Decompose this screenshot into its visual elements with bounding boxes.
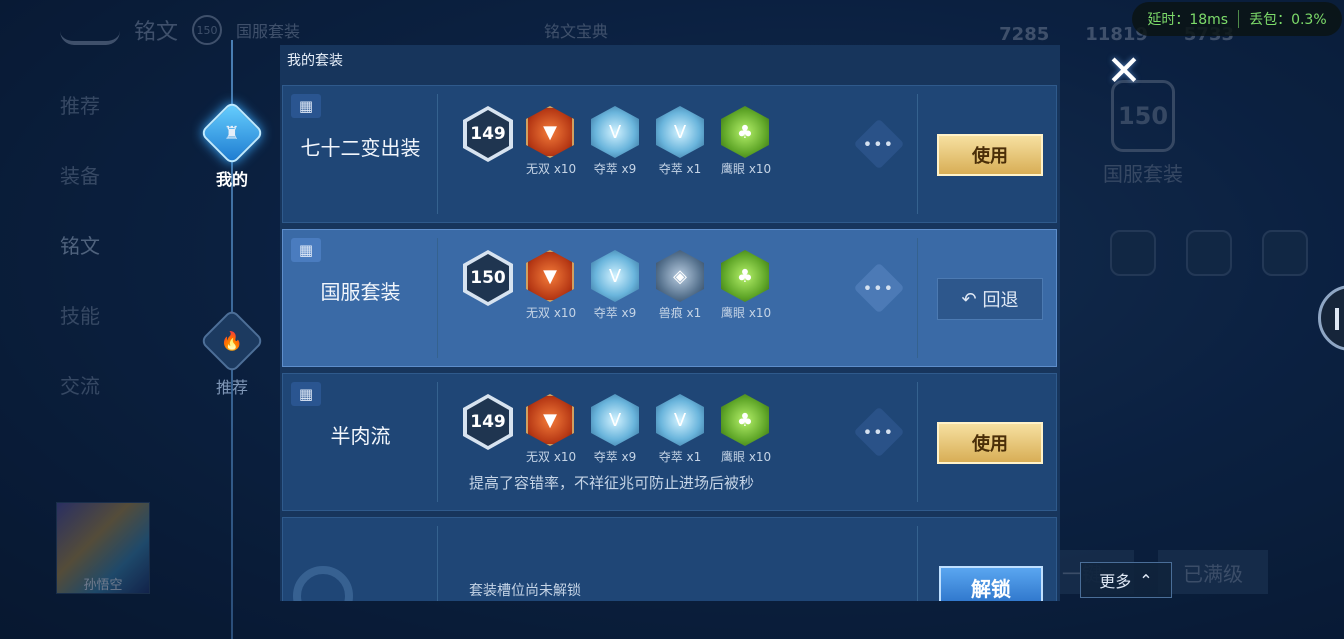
nav-item-recommend-label: 推荐: [215, 378, 248, 397]
use-button[interactable]: 使用: [937, 134, 1043, 176]
panel-title: 我的套装: [287, 53, 343, 69]
steel-rune-icon: ◈: [656, 250, 704, 302]
rune-label: 无双 x10: [526, 162, 577, 176]
rune-label: 兽痕 x1: [658, 306, 702, 320]
lock-ring-icon: [293, 566, 353, 601]
rune-list: ▼ 无双 x10 V 夺萃 x9 V 夺萃 x1 ♣ 鹰眼 x10: [526, 106, 772, 177]
rune-list: ▼ 无双 x10 V 夺萃 x9 ◈ 兽痕 x1 ♣ 鹰眼 x10: [526, 250, 772, 321]
red-rune-icon: ▼: [526, 250, 574, 302]
divider: [1238, 10, 1240, 28]
rune-label: 夺萃 x9: [593, 162, 637, 176]
locked-set-slot: 套装槽位尚未解锁 解锁: [282, 517, 1057, 601]
more-dots-icon: •••: [863, 278, 895, 298]
divider: [917, 382, 918, 502]
locked-note: 套装槽位尚未解锁: [469, 583, 581, 599]
rune-item: ▼ 无双 x10: [526, 394, 577, 465]
rune-item: V 夺萃 x9: [591, 250, 639, 321]
armor-icon: ♜: [199, 100, 265, 166]
divider: [917, 526, 918, 601]
nav-item-mine[interactable]: ♜ 我的: [199, 100, 265, 190]
nav-item-recommend[interactable]: 🔥 推荐: [199, 308, 265, 398]
set-card-active[interactable]: ▦ 国服套装 150 ▼ 无双 x10 V 夺萃 x9 ◈ 兽痕 x1 ♣ 鹰眼 x10…: [282, 229, 1057, 367]
set-card[interactable]: ▦ 七十二变出装 149 ▼ 无双 x10 V 夺萃 x9 V 夺萃 x1 ♣ 鹰眼 x…: [282, 85, 1057, 223]
rune-item: ♣ 鹰眼 x10: [721, 394, 772, 465]
revert-label: 回退: [982, 290, 1019, 311]
rune-item: ◈ 兽痕 x1: [656, 250, 704, 321]
divider: [437, 382, 438, 502]
rune-item: V 夺萃 x9: [591, 106, 639, 177]
chevron-up-icon: ⌃: [1139, 570, 1153, 590]
more-options-button[interactable]: •••: [853, 118, 905, 170]
rune-label: 夺萃 x9: [593, 306, 637, 320]
more-button[interactable]: 更多 ⌃: [1080, 562, 1172, 598]
network-status: 延时：18ms 丢包：0.3%: [1132, 2, 1342, 36]
undo-icon: ↶: [961, 288, 977, 310]
divider: [437, 94, 438, 214]
rune-item: ♣ 鹰眼 x10: [721, 106, 772, 177]
grid-icon: ▦: [291, 94, 321, 118]
vertical-nav: ♜ 我的 🔥 推荐: [199, 40, 265, 639]
revert-button[interactable]: ↶ 回退: [937, 278, 1043, 320]
set-level-badge: 149: [463, 106, 513, 162]
set-level-badge: 150: [463, 250, 513, 306]
divider: [917, 94, 918, 214]
rune-label: 夺萃 x1: [658, 162, 702, 176]
rune-label: 夺萃 x9: [593, 450, 637, 464]
packet-loss-text: 丢包：0.3%: [1249, 12, 1327, 28]
rune-label: 无双 x10: [526, 450, 577, 464]
rune-item: V 夺萃 x9: [591, 394, 639, 465]
rune-label: 鹰眼 x10: [721, 450, 772, 464]
rune-item: ▼ 无双 x10: [526, 250, 577, 321]
set-name: 半肉流: [330, 424, 391, 448]
latency-text: 延时：18ms: [1147, 12, 1229, 28]
rune-item: V 夺萃 x1: [656, 394, 704, 465]
flame-icon: 🔥: [199, 308, 265, 374]
green-rune-icon: ♣: [721, 394, 769, 446]
divider: [917, 238, 918, 358]
green-rune-icon: ♣: [721, 106, 769, 158]
set-level: 149: [467, 110, 509, 158]
divider: [437, 238, 438, 358]
more-options-button[interactable]: •••: [853, 406, 905, 458]
set-card[interactable]: ▦ 半肉流 149 ▼ 无双 x10 V 夺萃 x9 V 夺萃 x1 ♣ 鹰眼 x10 …: [282, 373, 1057, 511]
blue-rune-icon: V: [656, 106, 704, 158]
my-sets-panel: 我的套装 ▦ 七十二变出装 149 ▼ 无双 x10 V 夺萃 x9 V 夺萃 x1 …: [280, 45, 1060, 601]
grid-icon: ▦: [291, 238, 321, 262]
rune-label: 无双 x10: [526, 306, 577, 320]
set-level: 149: [467, 398, 509, 446]
rune-item: V 夺萃 x1: [656, 106, 704, 177]
more-options-button[interactable]: •••: [853, 262, 905, 314]
more-dots-icon: •••: [863, 422, 895, 442]
nav-item-mine-label: 我的: [215, 170, 248, 189]
divider: [437, 526, 438, 601]
set-level-badge: 149: [463, 394, 513, 450]
set-description: 提高了容错率，不祥征兆可防止进场后被秒: [469, 474, 755, 492]
blue-rune-icon: V: [591, 394, 639, 446]
rune-list: ▼ 无双 x10 V 夺萃 x9 V 夺萃 x1 ♣ 鹰眼 x10: [526, 394, 772, 465]
more-label: 更多: [1099, 572, 1132, 591]
close-icon: ✕: [1106, 45, 1142, 95]
set-level: 150: [467, 254, 509, 302]
red-rune-icon: ▼: [526, 394, 574, 446]
more-dots-icon: •••: [863, 134, 895, 154]
unlock-button[interactable]: 解锁: [939, 566, 1043, 601]
set-name: 七十二变出装: [300, 136, 421, 160]
red-rune-icon: ▼: [526, 106, 574, 158]
rune-item: ▼ 无双 x10: [526, 106, 577, 177]
set-name: 国服套装: [320, 280, 401, 304]
use-button[interactable]: 使用: [937, 422, 1043, 464]
grid-icon: ▦: [291, 382, 321, 406]
blue-rune-icon: V: [656, 394, 704, 446]
rune-label: 鹰眼 x10: [721, 162, 772, 176]
rune-label: 鹰眼 x10: [721, 306, 772, 320]
blue-rune-icon: V: [591, 250, 639, 302]
close-button[interactable]: ✕: [1102, 45, 1146, 95]
green-rune-icon: ♣: [721, 250, 769, 302]
blue-rune-icon: V: [591, 106, 639, 158]
rune-item: ♣ 鹰眼 x10: [721, 250, 772, 321]
rune-label: 夺萃 x1: [658, 450, 702, 464]
